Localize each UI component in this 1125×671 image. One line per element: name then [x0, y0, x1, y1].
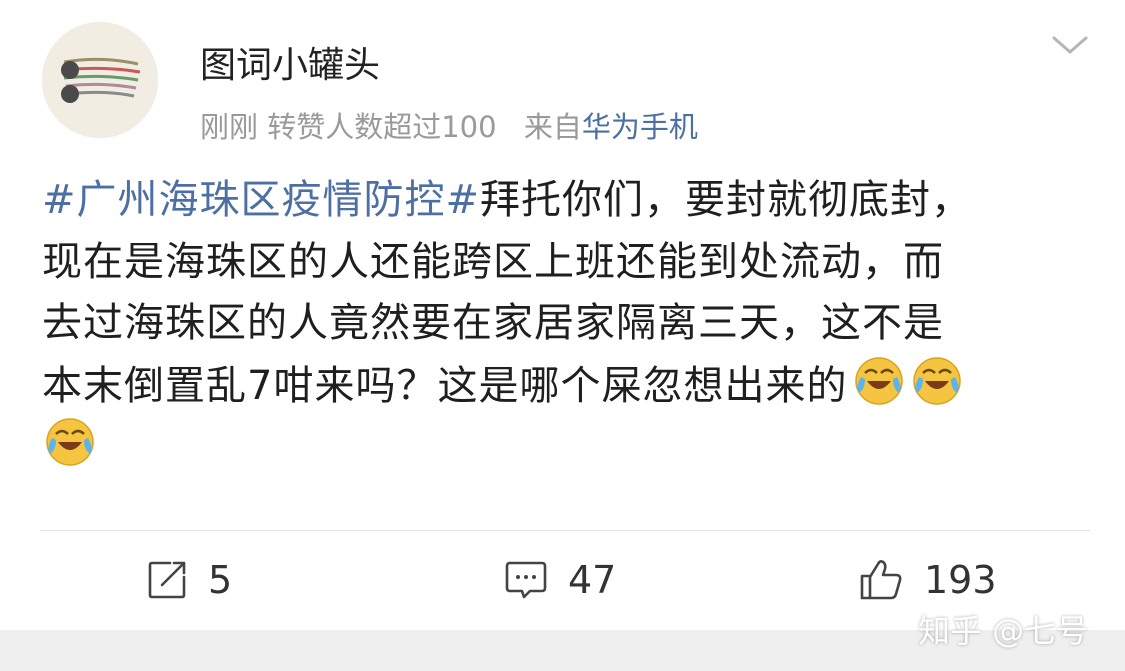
- avatar[interactable]: [42, 22, 158, 138]
- post-meta: 刚刚 转赞人数超过100 来自华为手机: [200, 104, 698, 146]
- post-time: 刚刚: [200, 110, 259, 144]
- thumbs-up-icon: [860, 560, 902, 600]
- source-prefix: 来自: [523, 110, 582, 144]
- like-count: 193: [924, 558, 997, 602]
- chevron-down-icon[interactable]: [1050, 30, 1090, 60]
- laugh-cry-emoji-icon: [913, 356, 962, 405]
- comment-button[interactable]: 47: [504, 556, 616, 604]
- source-device[interactable]: 华为手机: [582, 110, 698, 144]
- post-content: #广州海珠区疫情防控#拜托你们，要封就彻底封， 现在是海珠区的人还能跨区上班还能…: [42, 170, 1092, 478]
- content-line-2: 现在是海珠区的人还能跨区上班还能到处流动，而: [42, 238, 944, 285]
- repost-button[interactable]: 5: [146, 556, 232, 604]
- laugh-cry-emoji-icon: [46, 418, 94, 466]
- repost-like-summary: 转赞人数超过100: [267, 110, 497, 144]
- laugh-cry-emoji-icon: [855, 356, 904, 405]
- hashtag-link[interactable]: #广州海珠区疫情防控#: [42, 177, 480, 223]
- content-line-4: 本末倒置乱7咁来吗？这是哪个屎忽想出来的: [42, 355, 1092, 417]
- like-button[interactable]: 193: [858, 556, 997, 604]
- repost-count: 5: [208, 558, 233, 602]
- divider: [40, 530, 1090, 531]
- content-text: 本末倒置乱7咁来吗？这是哪个屎忽想出来的: [42, 362, 848, 409]
- content-line-5: [42, 416, 1092, 478]
- repost-icon: [148, 561, 186, 599]
- content-line-1: #广州海珠区疫情防控#拜托你们，要封就彻底封，: [42, 170, 1092, 232]
- watermark: 知乎 @七号: [918, 612, 1089, 650]
- weibo-post: 图词小罐头 刚刚 转赞人数超过100 来自华为手机 #广州海珠区疫情防控#拜托你…: [0, 0, 1125, 630]
- drawing-avatar-icon: [42, 22, 158, 138]
- comment-icon: [505, 561, 547, 599]
- content-text: 拜托你们，要封就彻底封，: [480, 177, 973, 223]
- username[interactable]: 图词小罐头: [200, 36, 380, 88]
- comment-count: 47: [568, 558, 617, 602]
- content-line-3: 去过海珠区的人竟然要在家居家隔离三天，这不是: [42, 300, 944, 346]
